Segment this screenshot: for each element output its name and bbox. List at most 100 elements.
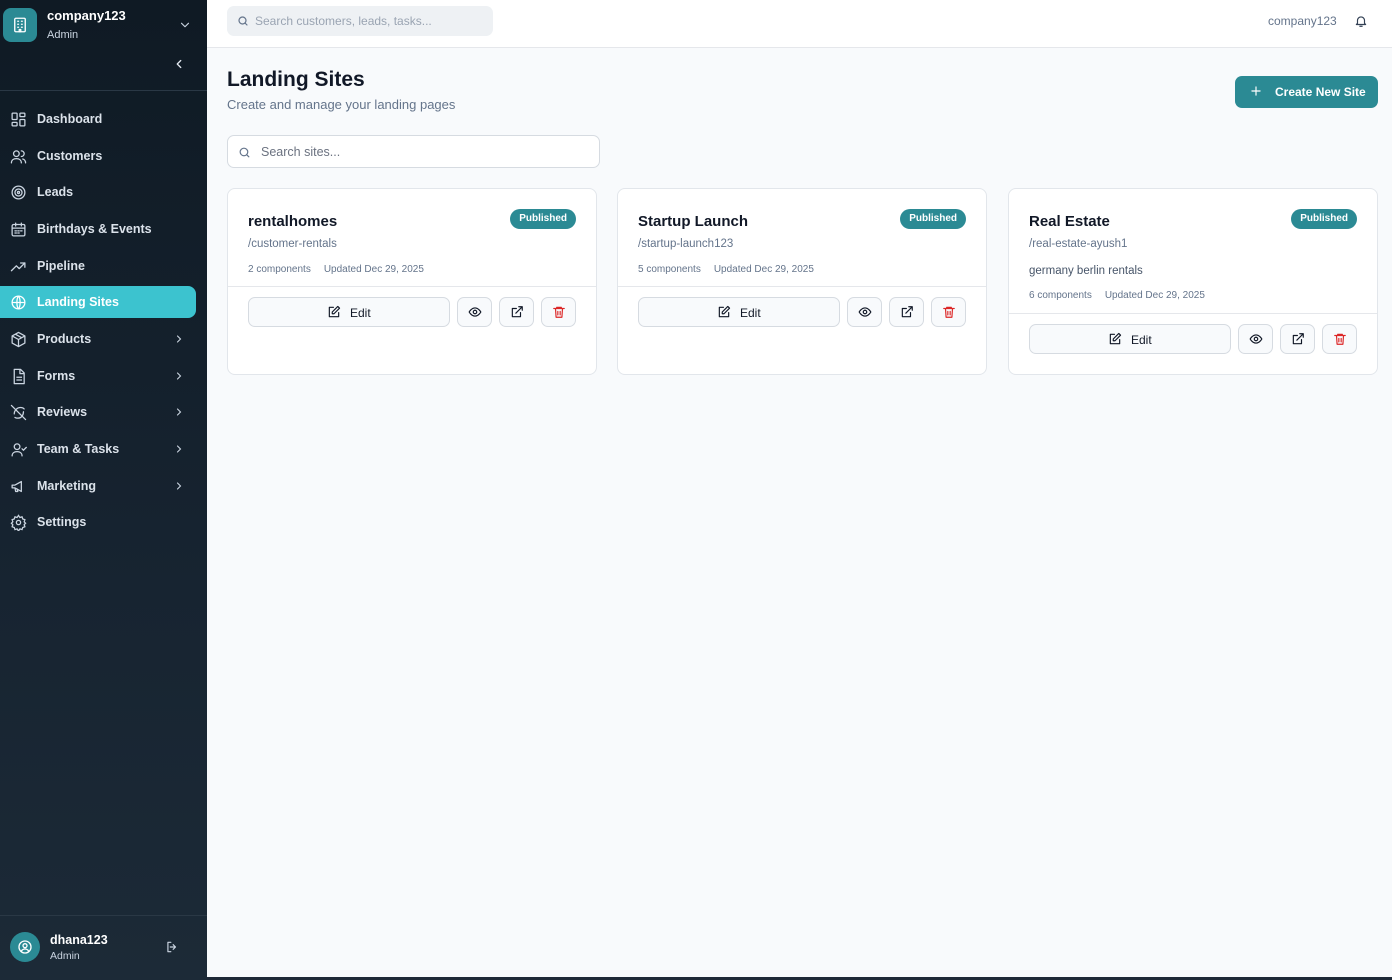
preview-site-button[interactable] <box>1238 324 1273 354</box>
sidebar-item-landing-sites[interactable]: Landing Sites <box>0 286 196 318</box>
preview-site-button[interactable] <box>457 297 492 327</box>
edit-label: Edit <box>350 306 371 320</box>
delete-site-button[interactable] <box>541 297 576 327</box>
chevron-right-icon <box>176 372 182 380</box>
site-name: rentalhomes <box>248 213 338 230</box>
site-card: Startup Launch Published /startup-launch… <box>617 188 987 375</box>
topbar-company[interactable]: company123 <box>1268 14 1337 28</box>
site-meta: 5 components Updated Dec 29, 2025 <box>638 264 814 275</box>
sidebar-item-label: Products <box>37 332 92 346</box>
status-badge: Published <box>900 209 966 229</box>
open-site-button[interactable] <box>1280 324 1315 354</box>
edit-site-button[interactable]: Edit <box>248 297 450 327</box>
sidebar-item-settings[interactable]: Settings <box>0 506 196 538</box>
chevron-right-icon <box>176 335 182 343</box>
site-slug: /customer-rentals <box>248 238 337 250</box>
user-profile[interactable]: dhana123 Admin <box>0 915 207 980</box>
bell-icon[interactable] <box>1354 14 1368 28</box>
edit-icon <box>1109 332 1122 345</box>
global-search[interactable] <box>227 6 493 36</box>
external-link-icon <box>511 306 523 318</box>
site-updated: Updated Dec 29, 2025 <box>1104 290 1205 301</box>
gear-icon <box>10 514 27 531</box>
target-icon <box>11 185 26 200</box>
eye-icon <box>1249 334 1263 344</box>
collapse-sidebar-icon[interactable] <box>172 57 186 71</box>
sidebar-item-label: Team & Tasks <box>37 442 120 456</box>
site-name: Startup Launch <box>638 213 749 230</box>
users-icon <box>10 150 27 164</box>
workspace-switcher[interactable]: company123 Admin <box>0 0 207 50</box>
logout-icon[interactable] <box>165 940 179 954</box>
sidebar-item-label: Leads <box>37 185 74 199</box>
user-name: dhana123 <box>50 933 108 947</box>
sidebar-divider <box>0 90 207 91</box>
trend-icon <box>10 262 26 272</box>
delete-site-button[interactable] <box>1322 324 1357 354</box>
status-badge: Published <box>1291 209 1357 229</box>
sidebar-item-birthdays-events[interactable]: Birthdays & Events <box>0 213 196 245</box>
edit-label: Edit <box>740 306 761 320</box>
chevron-right-icon <box>176 482 182 490</box>
site-meta: 6 components Updated Dec 29, 2025 <box>1029 290 1205 301</box>
sidebar: company123 Admin Dashboard Customers Lea… <box>0 0 207 980</box>
sidebar-item-label: Marketing <box>37 479 97 493</box>
sidebar-item-pipeline[interactable]: Pipeline <box>0 250 196 282</box>
site-card: rentalhomes Published /customer-rentals … <box>227 188 597 375</box>
sidebar-item-reviews[interactable]: Reviews <box>0 396 196 428</box>
chevron-down-icon <box>180 22 190 28</box>
team-icon <box>11 443 27 457</box>
edit-site-button[interactable]: Edit <box>1029 324 1231 354</box>
sidebar-item-leads[interactable]: Leads <box>0 176 196 208</box>
site-slug: /startup-launch123 <box>638 238 734 250</box>
sidebar-item-label: Birthdays & Events <box>37 222 152 236</box>
edit-label: Edit <box>1131 333 1152 347</box>
sidebar-item-team-tasks[interactable]: Team & Tasks <box>0 433 196 465</box>
eye-icon <box>468 307 482 317</box>
globe-icon <box>11 295 26 310</box>
edit-site-button[interactable]: Edit <box>638 297 840 327</box>
card-divider <box>1009 313 1377 314</box>
chevron-right-icon <box>176 445 182 453</box>
sidebar-item-label: Dashboard <box>37 112 103 126</box>
card-divider <box>228 286 596 287</box>
create-new-site-button[interactable]: Create New Site <box>1235 76 1378 108</box>
card-divider <box>618 286 986 287</box>
site-search-input[interactable] <box>261 136 591 167</box>
delete-site-button[interactable] <box>931 297 966 327</box>
avatar <box>10 932 40 962</box>
sidebar-item-dashboard[interactable]: Dashboard <box>0 103 196 135</box>
site-components: 2 components <box>248 264 311 275</box>
sidebar-item-customers[interactable]: Customers <box>0 140 196 172</box>
external-link-icon <box>901 306 913 318</box>
sidebar-item-label: Forms <box>37 369 76 383</box>
site-description: germany berlin rentals <box>1029 265 1143 277</box>
sidebar-item-label: Pipeline <box>37 259 85 273</box>
reviews-icon <box>10 404 27 421</box>
sidebar-item-forms[interactable]: Forms <box>0 360 196 392</box>
open-site-button[interactable] <box>499 297 534 327</box>
trash-icon <box>1334 333 1346 345</box>
trash-icon <box>553 306 565 318</box>
site-meta: 2 components Updated Dec 29, 2025 <box>248 264 424 275</box>
preview-site-button[interactable] <box>847 297 882 327</box>
topbar: company123 <box>207 0 1392 48</box>
open-site-button[interactable] <box>889 297 924 327</box>
site-search[interactable] <box>227 135 600 168</box>
global-search-input[interactable] <box>255 6 485 36</box>
edit-icon <box>328 305 341 318</box>
workspace-name: company123 <box>47 8 126 23</box>
site-components: 6 components <box>1029 290 1092 301</box>
sidebar-item-products[interactable]: Products <box>0 323 196 355</box>
site-updated: Updated Dec 29, 2025 <box>323 264 424 275</box>
site-name: Real Estate <box>1029 213 1110 230</box>
status-badge: Published <box>510 209 576 229</box>
site-updated: Updated Dec 29, 2025 <box>713 264 814 275</box>
workspace-role: Admin <box>47 29 79 41</box>
chevron-right-icon <box>176 408 182 416</box>
sidebar-item-marketing[interactable]: Marketing <box>0 470 196 502</box>
box-icon <box>11 331 26 348</box>
site-card: Real Estate Published /real-estate-ayush… <box>1008 188 1378 375</box>
edit-icon <box>718 305 731 318</box>
site-slug: /real-estate-ayush1 <box>1029 238 1128 250</box>
